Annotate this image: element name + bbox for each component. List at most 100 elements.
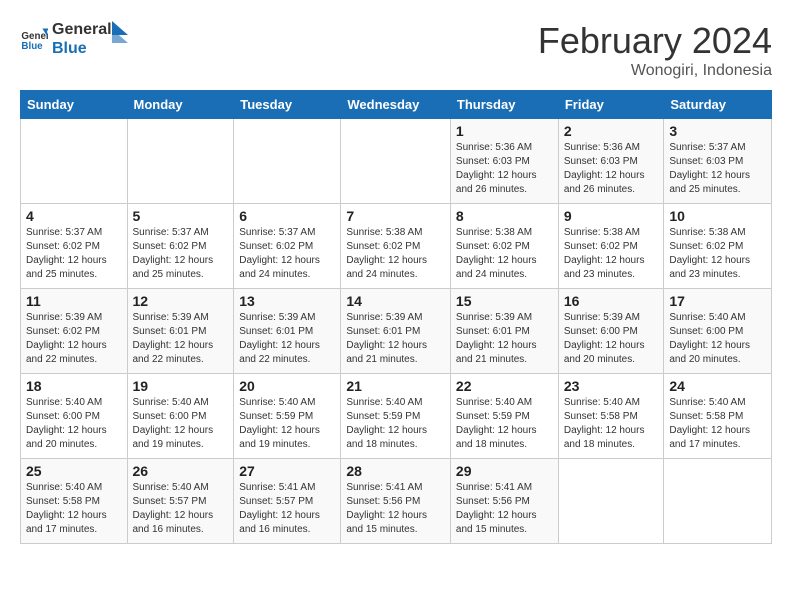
logo-arrow-icon [108,21,128,49]
calendar-cell [341,119,451,204]
weekday-header-monday: Monday [127,91,234,119]
calendar-week-1: 1 Sunrise: 5:36 AM Sunset: 6:03 PM Daylig… [21,119,772,204]
calendar-week-2: 4 Sunrise: 5:37 AM Sunset: 6:02 PM Daylig… [21,204,772,289]
day-number: 20 [239,378,335,394]
day-info: Sunrise: 5:38 AM Sunset: 6:02 PM Dayligh… [564,226,659,282]
weekday-header-row: SundayMondayTuesdayWednesdayThursdayFrid… [21,91,772,119]
calendar-cell: 11Sunrise: 5:39 AM Sunset: 6:02 PM Dayli… [21,289,128,374]
day-number: 11 [26,293,122,309]
day-info: Sunrise: 5:41 AM Sunset: 5:56 PM Dayligh… [456,481,553,537]
calendar-cell: 3 Sunrise: 5:37 AM Sunset: 6:03 PM Daylig… [664,119,772,204]
logo-general: General [52,20,112,39]
day-number: 6 [239,208,335,224]
weekday-header-saturday: Saturday [664,91,772,119]
day-number: 8 [456,208,553,224]
day-number: 4 [26,208,122,224]
day-number: 25 [26,463,122,479]
calendar-cell: 2 Sunrise: 5:36 AM Sunset: 6:03 PM Daylig… [558,119,664,204]
day-number: 14 [346,293,445,309]
weekday-header-thursday: Thursday [450,91,558,119]
day-number: 29 [456,463,553,479]
calendar-cell: 12Sunrise: 5:39 AM Sunset: 6:01 PM Dayli… [127,289,234,374]
weekday-header-friday: Friday [558,91,664,119]
calendar-cell: 5Sunrise: 5:37 AM Sunset: 6:02 PM Daylig… [127,204,234,289]
calendar-cell: 9 Sunrise: 5:38 AM Sunset: 6:02 PM Daylig… [558,204,664,289]
day-info: Sunrise: 5:41 AM Sunset: 5:57 PM Dayligh… [239,481,335,537]
day-info: Sunrise: 5:39 AM Sunset: 6:01 PM Dayligh… [456,311,553,367]
day-number: 15 [456,293,553,309]
calendar-cell: 8 Sunrise: 5:38 AM Sunset: 6:02 PM Daylig… [450,204,558,289]
day-number: 21 [346,378,445,394]
calendar-cell: 28 Sunrise: 5:41 AM Sunset: 5:56 PM Dayli… [341,459,451,544]
calendar-cell: 24 Sunrise: 5:40 AM Sunset: 5:58 PM Dayli… [664,374,772,459]
month-year-title: February 2024 [538,20,772,62]
calendar-cell [21,119,128,204]
day-number: 18 [26,378,122,394]
day-info: Sunrise: 5:36 AM Sunset: 6:03 PM Dayligh… [456,141,553,197]
calendar-cell [558,459,664,544]
day-number: 1 [456,123,553,139]
day-number: 7 [346,208,445,224]
day-number: 23 [564,378,659,394]
day-info: Sunrise: 5:38 AM Sunset: 6:02 PM Dayligh… [456,226,553,282]
day-number: 26 [133,463,229,479]
logo-blue: Blue [52,39,112,58]
day-info: Sunrise: 5:40 AM Sunset: 6:00 PM Dayligh… [26,396,122,452]
day-info: Sunrise: 5:39 AM Sunset: 6:00 PM Dayligh… [564,311,659,367]
calendar-cell: 22Sunrise: 5:40 AM Sunset: 5:59 PM Dayli… [450,374,558,459]
day-number: 5 [133,208,229,224]
calendar-cell: 21 Sunrise: 5:40 AM Sunset: 5:59 PM Dayli… [341,374,451,459]
calendar-cell: 17Sunrise: 5:40 AM Sunset: 6:00 PM Dayli… [664,289,772,374]
day-info: Sunrise: 5:39 AM Sunset: 6:01 PM Dayligh… [133,311,229,367]
weekday-header-tuesday: Tuesday [234,91,341,119]
day-info: Sunrise: 5:37 AM Sunset: 6:03 PM Dayligh… [669,141,766,197]
calendar-cell: 18 Sunrise: 5:40 AM Sunset: 6:00 PM Dayli… [21,374,128,459]
calendar-cell: 20Sunrise: 5:40 AM Sunset: 5:59 PM Dayli… [234,374,341,459]
calendar-cell: 16 Sunrise: 5:39 AM Sunset: 6:00 PM Dayli… [558,289,664,374]
day-number: 24 [669,378,766,394]
day-info: Sunrise: 5:38 AM Sunset: 6:02 PM Dayligh… [669,226,766,282]
calendar-cell: 6 Sunrise: 5:37 AM Sunset: 6:02 PM Daylig… [234,204,341,289]
calendar-week-5: 25 Sunrise: 5:40 AM Sunset: 5:58 PM Dayli… [21,459,772,544]
calendar-week-4: 18 Sunrise: 5:40 AM Sunset: 6:00 PM Dayli… [21,374,772,459]
calendar-cell: 19Sunrise: 5:40 AM Sunset: 6:00 PM Dayli… [127,374,234,459]
calendar-cell [234,119,341,204]
day-info: Sunrise: 5:37 AM Sunset: 6:02 PM Dayligh… [239,226,335,282]
calendar-cell: 13 Sunrise: 5:39 AM Sunset: 6:01 PM Dayli… [234,289,341,374]
weekday-header-sunday: Sunday [21,91,128,119]
logo: General Blue General Blue [20,20,128,58]
day-info: Sunrise: 5:41 AM Sunset: 5:56 PM Dayligh… [346,481,445,537]
day-number: 3 [669,123,766,139]
calendar-cell: 4Sunrise: 5:37 AM Sunset: 6:02 PM Daylig… [21,204,128,289]
calendar-cell: 25 Sunrise: 5:40 AM Sunset: 5:58 PM Dayli… [21,459,128,544]
calendar-table: SundayMondayTuesdayWednesdayThursdayFrid… [20,90,772,544]
svg-text:Blue: Blue [21,41,43,52]
calendar-cell [127,119,234,204]
day-info: Sunrise: 5:40 AM Sunset: 5:59 PM Dayligh… [346,396,445,452]
day-number: 16 [564,293,659,309]
day-number: 2 [564,123,659,139]
calendar-cell: 10 Sunrise: 5:38 AM Sunset: 6:02 PM Dayli… [664,204,772,289]
day-number: 10 [669,208,766,224]
day-info: Sunrise: 5:40 AM Sunset: 5:58 PM Dayligh… [669,396,766,452]
header: General Blue General Blue February 2024 … [20,20,772,80]
day-number: 28 [346,463,445,479]
day-number: 19 [133,378,229,394]
calendar-cell: 26 Sunrise: 5:40 AM Sunset: 5:57 PM Dayli… [127,459,234,544]
day-info: Sunrise: 5:36 AM Sunset: 6:03 PM Dayligh… [564,141,659,197]
day-info: Sunrise: 5:39 AM Sunset: 6:01 PM Dayligh… [239,311,335,367]
day-number: 13 [239,293,335,309]
day-info: Sunrise: 5:40 AM Sunset: 6:00 PM Dayligh… [669,311,766,367]
day-number: 9 [564,208,659,224]
weekday-header-wednesday: Wednesday [341,91,451,119]
day-info: Sunrise: 5:40 AM Sunset: 5:57 PM Dayligh… [133,481,229,537]
calendar-week-3: 11Sunrise: 5:39 AM Sunset: 6:02 PM Dayli… [21,289,772,374]
day-info: Sunrise: 5:40 AM Sunset: 5:58 PM Dayligh… [26,481,122,537]
calendar-cell: 15 Sunrise: 5:39 AM Sunset: 6:01 PM Dayli… [450,289,558,374]
calendar-cell: 14Sunrise: 5:39 AM Sunset: 6:01 PM Dayli… [341,289,451,374]
logo-icon: General Blue [20,25,48,53]
day-info: Sunrise: 5:40 AM Sunset: 5:59 PM Dayligh… [456,396,553,452]
day-info: Sunrise: 5:40 AM Sunset: 5:58 PM Dayligh… [564,396,659,452]
calendar-cell [664,459,772,544]
day-number: 27 [239,463,335,479]
